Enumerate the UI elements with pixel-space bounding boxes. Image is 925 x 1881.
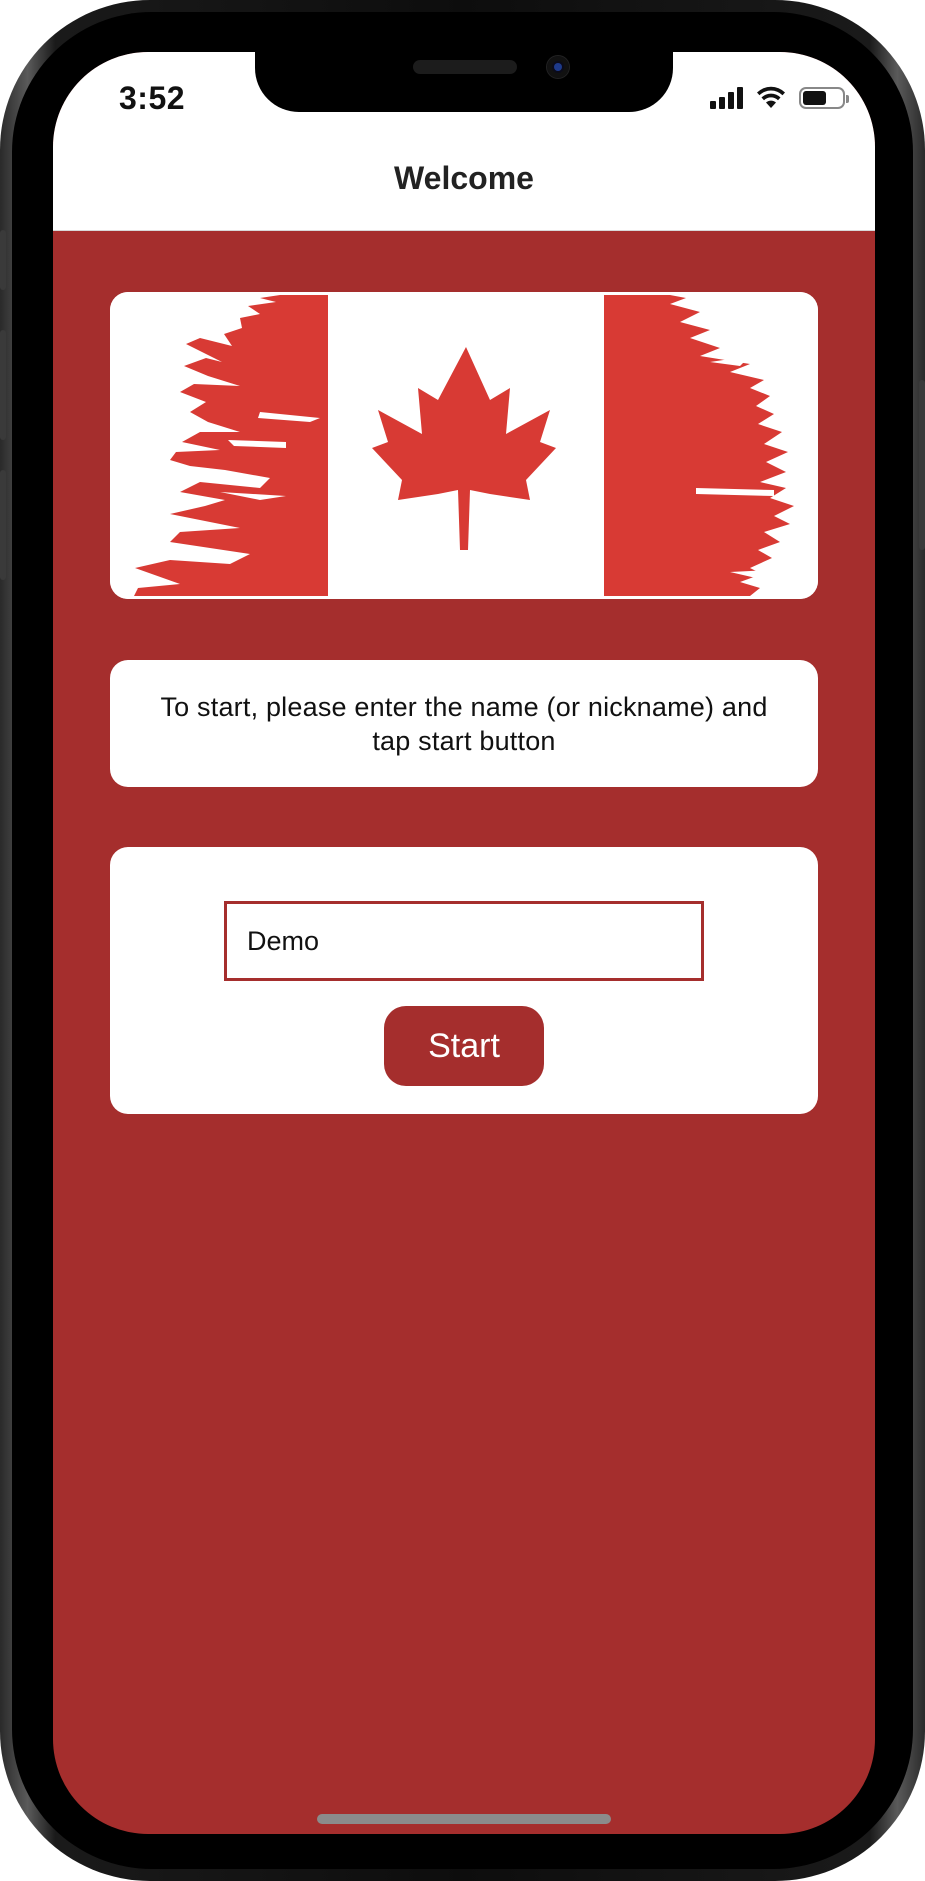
instructions-text: To start, please enter the name (or nick… — [160, 691, 768, 756]
name-input[interactable] — [224, 901, 704, 981]
start-form-card: Start — [110, 847, 818, 1114]
status-icons — [710, 86, 849, 110]
wifi-icon — [757, 86, 785, 108]
start-button[interactable]: Start — [384, 1006, 544, 1086]
power-button — [919, 380, 925, 550]
navigation-bar: Welcome — [53, 142, 875, 231]
volume-up-button — [0, 330, 6, 440]
canada-flag-image — [110, 292, 818, 599]
phone-frame: 3:52 Welcome To start, please enter the … — [0, 0, 925, 1881]
volume-down-button — [0, 470, 6, 580]
notch — [255, 52, 673, 112]
cellular-signal-icon — [710, 87, 743, 109]
page-title: Welcome — [394, 159, 534, 196]
app-screen: 3:52 Welcome To start, please enter the … — [53, 52, 875, 1834]
instructions-card: To start, please enter the name (or nick… — [110, 660, 818, 787]
speaker-grille — [413, 60, 517, 74]
side-button — [0, 230, 6, 290]
home-indicator[interactable] — [317, 1814, 611, 1824]
status-time: 3:52 — [119, 80, 186, 116]
status-bar: 3:52 — [53, 52, 875, 142]
battery-icon — [799, 87, 849, 109]
flag-card — [110, 292, 818, 599]
battery-level — [803, 91, 826, 105]
front-camera — [547, 56, 569, 78]
